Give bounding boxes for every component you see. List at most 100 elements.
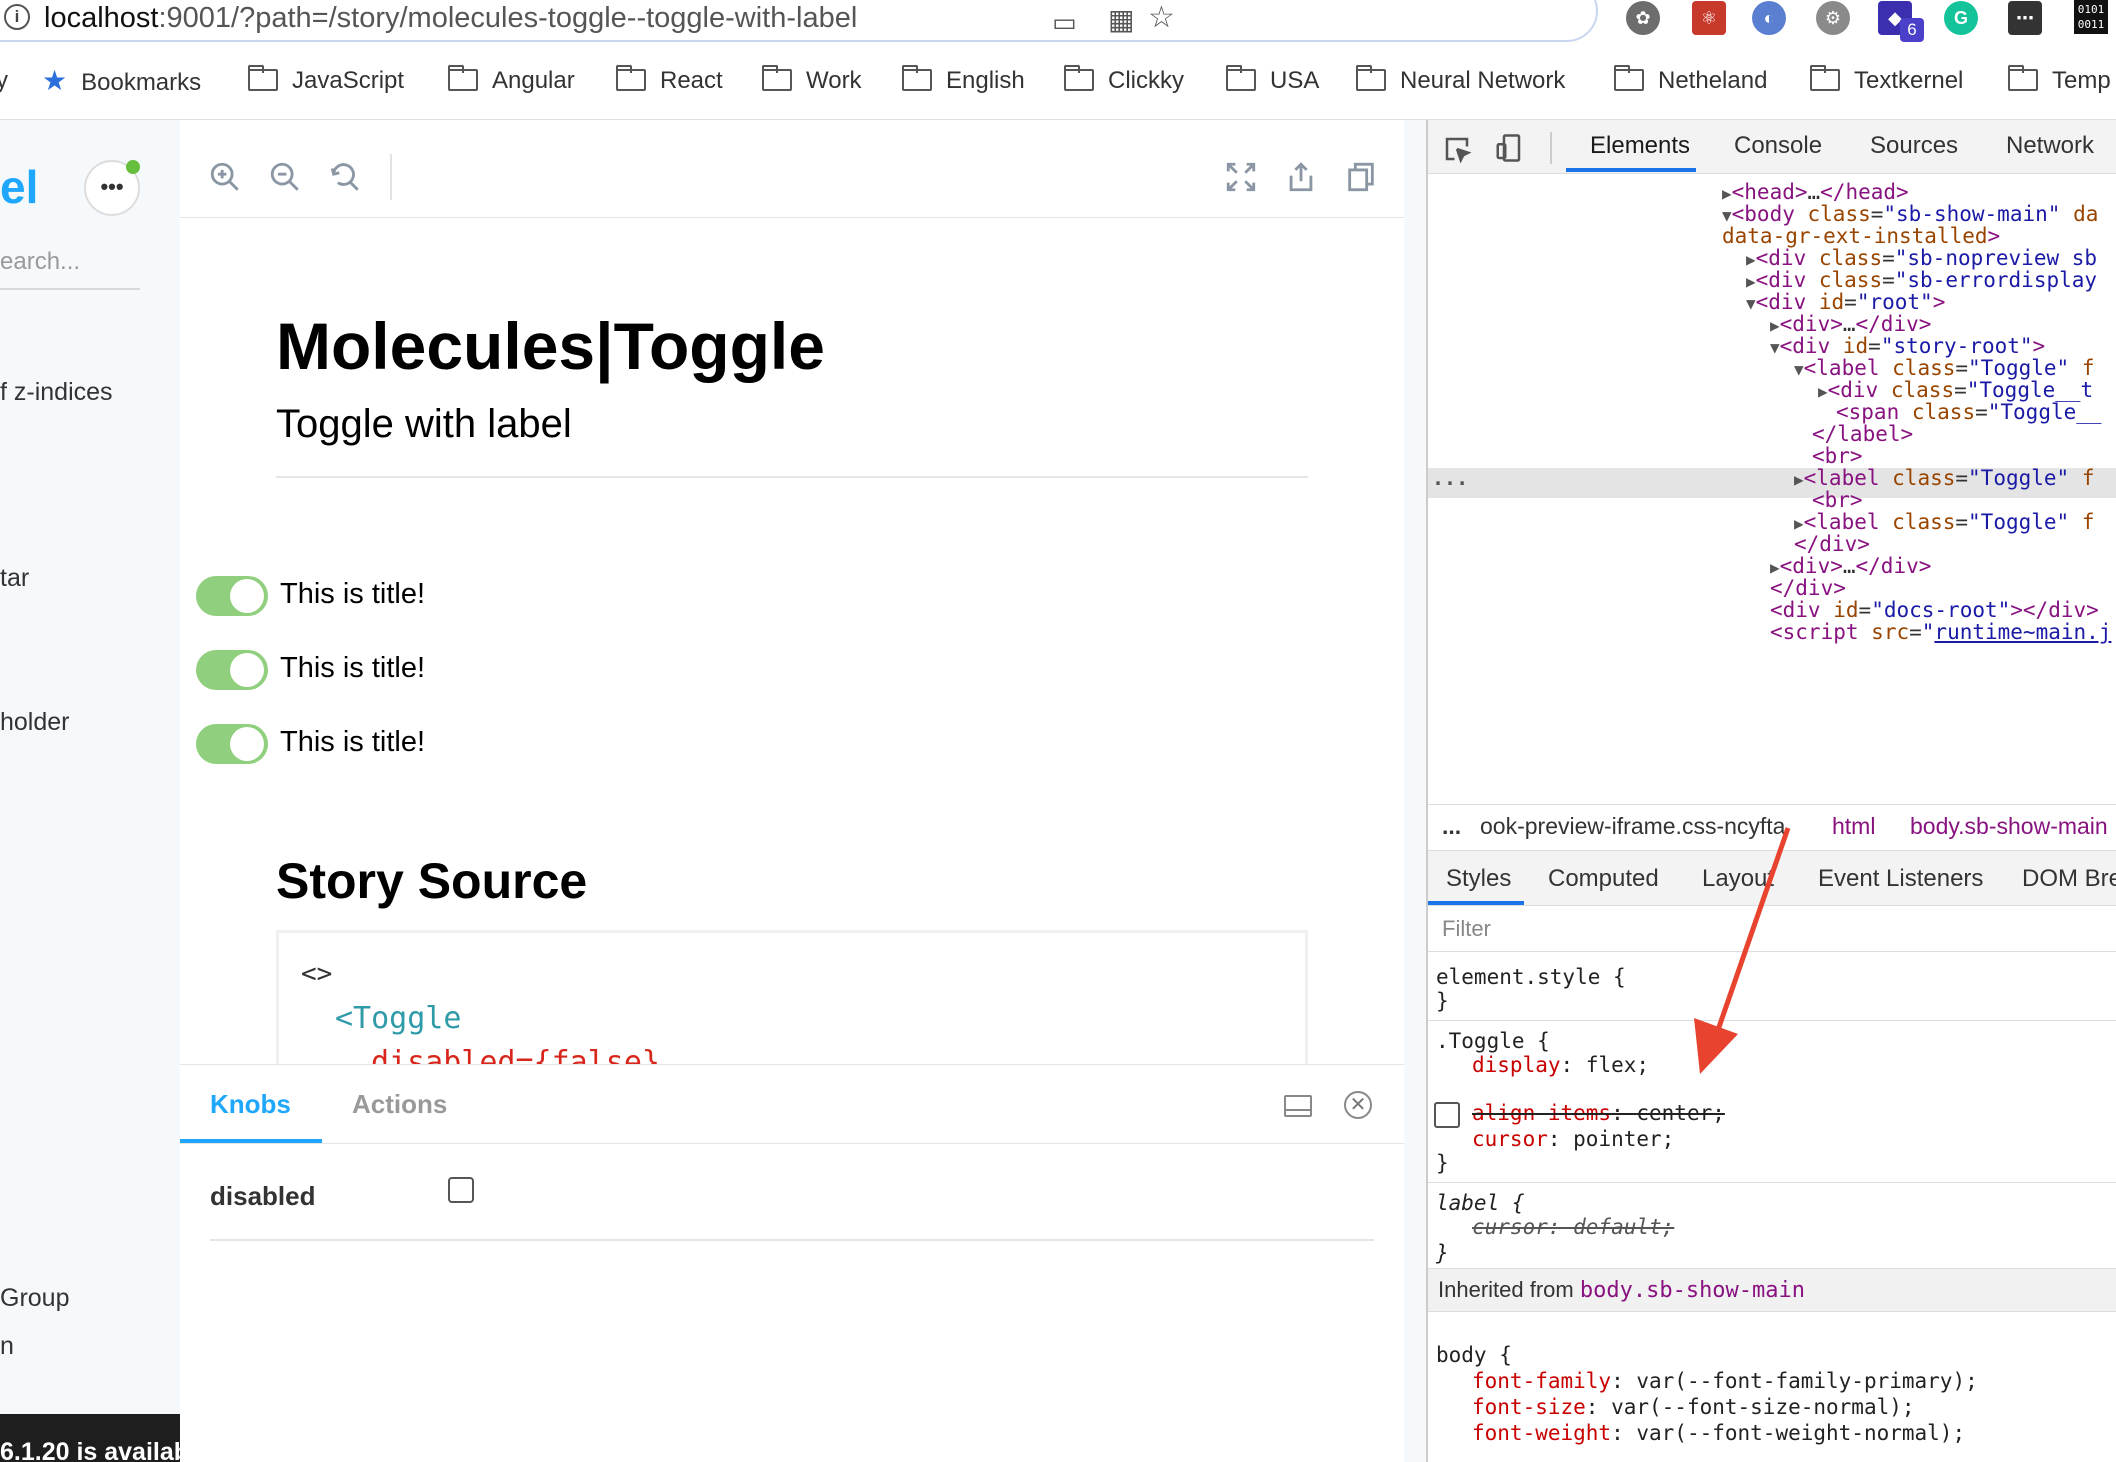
css-toggle-selector[interactable]: .Toggle { [1436,1028,1550,1054]
bookmark-neural-network[interactable]: Neural Network [1356,62,1565,100]
fullscreen-icon[interactable] [1224,160,1258,194]
tab-console[interactable]: Console [1734,132,1822,160]
storybook-logo[interactable]: el [0,160,38,214]
bookmark-javascript[interactable]: JavaScript [248,62,404,100]
bookmark-prefix[interactable]: y [0,62,8,100]
tab-event-listeners[interactable]: Event Listeners [1818,865,1983,893]
bookmark-netheland[interactable]: Netheland [1614,62,1767,100]
css-cursor-declaration[interactable]: cursor: pointer; [1472,1126,1674,1152]
site-info-icon[interactable]: i [4,4,30,30]
styles-filter-input[interactable]: Filter [1428,906,2116,952]
breadcrumb-iframe[interactable]: ook-preview-iframe.css-ncyfta [1480,813,1785,840]
toggle-knob [230,579,264,613]
grammarly-icon[interactable]: G [1944,1,1978,35]
sidebar-search-input[interactable]: earch... [0,248,140,290]
sidebar-item-n[interactable]: n [0,1332,14,1361]
extension-icon-3[interactable]: ◐ [1752,1,1786,35]
css-align-items-declaration[interactable]: align-items: center; [1472,1100,1725,1126]
dom-node-script[interactable]: <script src="runtime~main.j [1770,618,2111,646]
inspect-element-icon[interactable] [1442,134,1472,164]
close-panel-icon[interactable]: ✕ [1344,1091,1372,1119]
more-extension-icon[interactable]: ⋯ [2008,1,2042,35]
align-items-checkbox[interactable] [1434,1102,1460,1128]
zoom-out-icon[interactable] [268,160,302,194]
folder-icon [1226,65,1256,91]
toggle-switch[interactable] [196,724,268,764]
folder-icon [902,65,932,91]
toggle-switch[interactable] [196,650,268,690]
address-bar[interactable]: i localhost:9001/?path=/story/molecules-… [0,0,1598,42]
breadcrumb-body[interactable]: body.sb-show-main [1910,813,2108,840]
toggle-label: This is title! [280,652,426,684]
knob-divider [210,1239,1374,1241]
css-font-family-declaration[interactable]: font-family: var(--font-family-primary); [1472,1368,1978,1394]
sidebar-item-placeholder[interactable]: holder [0,708,70,737]
extension-icon-2[interactable]: ⚛ [1692,1,1726,35]
breadcrumb-html[interactable]: html [1832,813,1875,840]
extension-icon-1[interactable]: ✿ [1626,1,1660,35]
bookmark-react[interactable]: React [616,62,723,100]
dom-tree: ... ▶<head>…</head> ▼<body class="sb-sho… [1428,176,2116,804]
bookmark-temp[interactable]: Temp [2008,62,2111,100]
node-actions-icon[interactable]: ... [1432,466,1468,490]
css-label-selector[interactable]: label { [1436,1190,1525,1216]
star-icon: ★ [42,65,68,96]
apps-icon[interactable]: ▦ [1108,4,1134,36]
tab-computed[interactable]: Computed [1548,865,1659,893]
knob-label: disabled [210,1181,316,1211]
bookmark-star-icon[interactable]: ☆ [1148,2,1175,34]
css-element-style[interactable]: element.style { [1436,964,1626,990]
tab-layout[interactable]: Layout [1702,865,1774,893]
bookmark-bookmarks[interactable]: ★ Bookmarks [42,62,201,100]
panel-orientation-icon[interactable] [1284,1095,1312,1117]
css-label-cursor-overridden[interactable]: cursor: default; [1472,1214,1674,1240]
zoom-in-icon[interactable] [208,160,242,194]
story-source-code[interactable]: <> <Toggle disabled={false} [276,930,1308,1080]
bookmark-english[interactable]: English [902,62,1025,100]
bookmark-work[interactable]: Work [762,62,862,100]
breadcrumb-overflow[interactable]: ... [1442,813,1461,840]
device-toolbar-icon[interactable] [1494,132,1524,164]
bookmark-textkernel[interactable]: Textkernel [1810,62,1963,100]
tabs-divider [180,1143,1404,1144]
storybook-preview: Molecules|Toggle Toggle with label This … [180,120,1426,1462]
css-close-brace: } [1436,989,1449,1013]
bookmark-usa[interactable]: USA [1226,62,1319,100]
page-title: Molecules|Toggle [276,309,825,383]
tab-dom-breakpoints[interactable]: DOM Bre [2022,865,2116,893]
page-subtitle: Toggle with label [276,402,572,446]
tab-network[interactable]: Network [2006,132,2094,160]
tab-knobs[interactable]: Knobs [210,1065,291,1143]
code-line: <Toggle [335,1001,462,1036]
toggle-switch[interactable] [196,576,268,616]
folder-icon [2008,65,2038,91]
css-font-weight-declaration[interactable]: font-weight: var(--font-weight-normal); [1472,1420,1965,1446]
css-close-brace: } [1436,1241,1449,1265]
styles-tabs: Styles Computed Layout Event Listeners D… [1428,850,2116,906]
zoom-reset-icon[interactable] [328,160,362,194]
folder-icon [616,65,646,91]
title-divider [276,476,1308,478]
tab-sources[interactable]: Sources [1870,132,1958,160]
settings-extension-icon[interactable]: ⚙ [1816,1,1850,35]
copy-link-icon[interactable] [1344,160,1378,194]
tab-actions[interactable]: Actions [352,1065,447,1143]
url-text[interactable]: localhost:9001/?path=/story/molecules-to… [44,2,857,35]
folder-icon [1810,65,1840,91]
browser-chrome: i localhost:9001/?path=/story/molecules-… [0,0,2116,120]
css-font-size-declaration[interactable]: font-size: var(--font-size-normal); [1472,1394,1915,1420]
active-tab-indicator [1428,901,1524,905]
share-icon[interactable] [1284,160,1318,194]
disabled-checkbox[interactable] [448,1177,474,1203]
sidebar-item-avatar[interactable]: tar [0,564,29,593]
binary-extension-icon[interactable]: 0101 0011 [2074,0,2108,34]
tab-elements[interactable]: Elements [1590,132,1690,160]
tab-styles[interactable]: Styles [1446,865,1511,893]
cast-icon[interactable]: ▭ [1052,6,1077,38]
bookmark-clickky[interactable]: Clickky [1064,62,1184,100]
css-display-declaration[interactable]: display: flex; [1472,1052,1649,1078]
sidebar-item-z-indices[interactable]: f z-indices [0,378,113,407]
bookmark-angular[interactable]: Angular [448,62,575,100]
css-body-selector[interactable]: body { [1436,1342,1512,1368]
sidebar-item-group[interactable]: Group [0,1284,69,1313]
